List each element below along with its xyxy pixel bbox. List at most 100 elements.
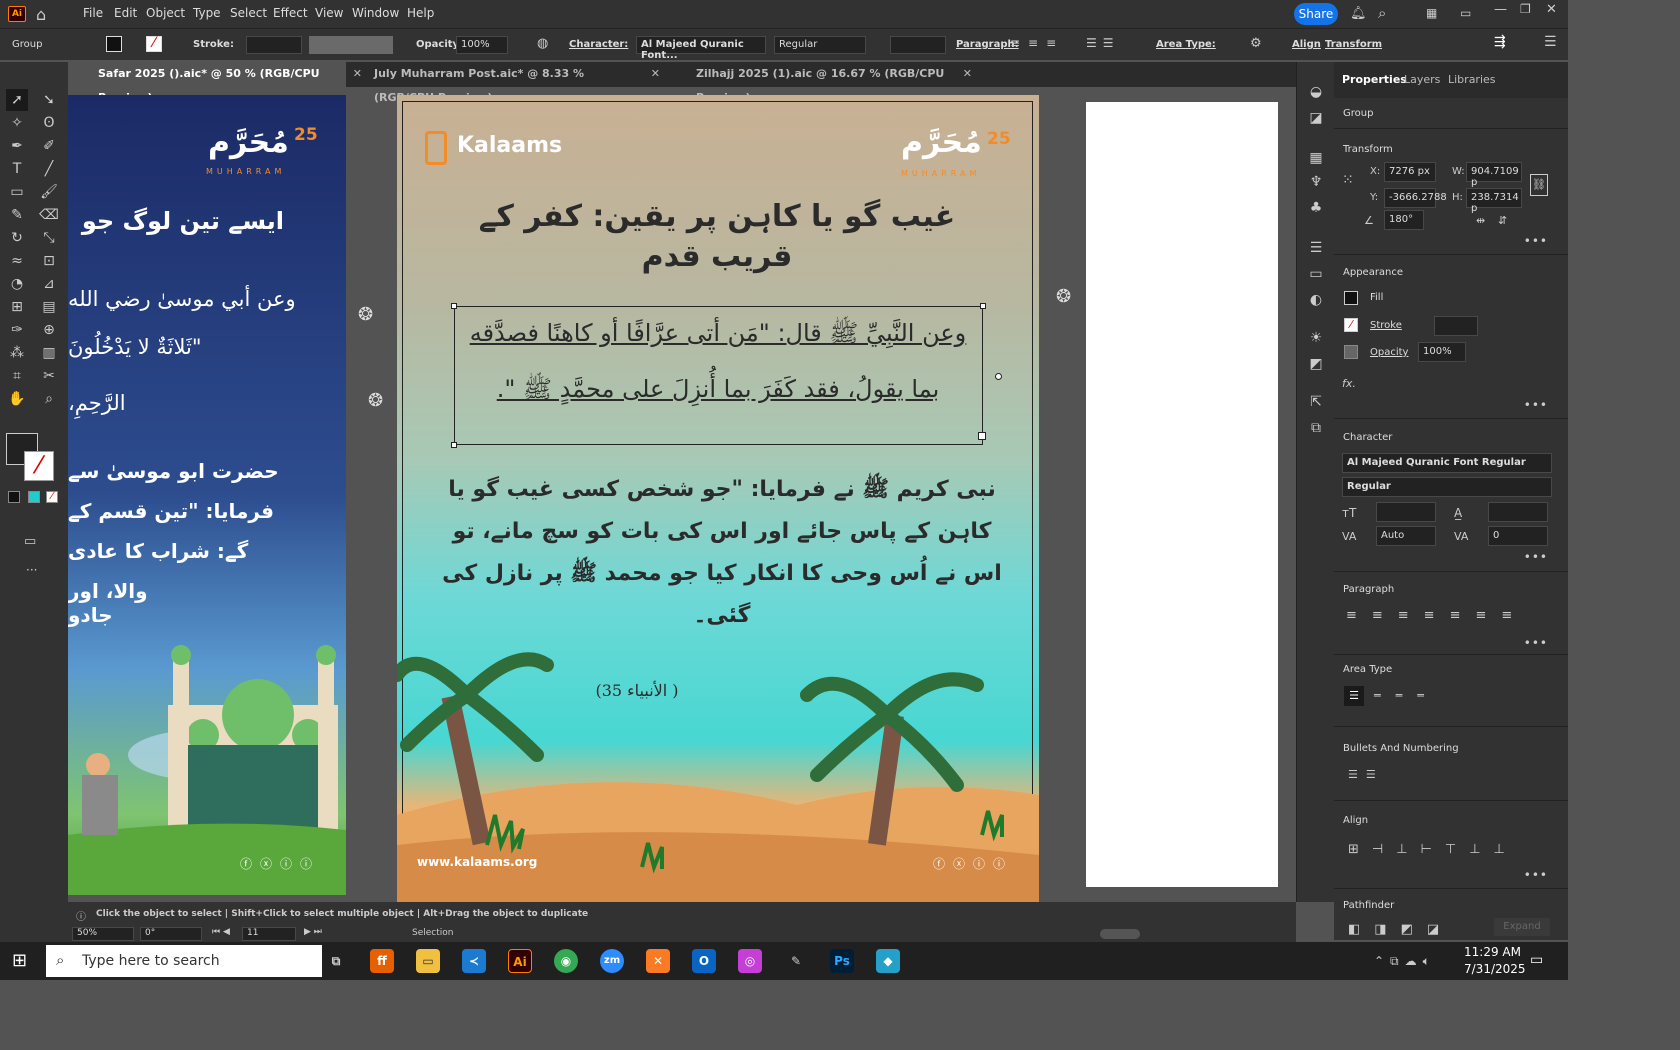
gradient-tool-icon[interactable]: ▤ <box>38 296 60 318</box>
font-family-field[interactable]: Al Majeed Quranic Font... <box>636 36 766 61</box>
menu-select[interactable]: Select <box>230 6 267 20</box>
opacity-field[interactable]: 100% <box>1418 342 1466 362</box>
lasso-tool-icon[interactable]: ʘ <box>38 112 60 134</box>
stroke-width-field[interactable] <box>246 36 302 54</box>
tab-zilhajj[interactable]: Zilhajj 2025 (1).aic @ 16.67 % (RGB/CPU … <box>666 62 972 104</box>
close-icon[interactable]: ✕ <box>1546 2 1557 17</box>
free-transform-tool-icon[interactable]: ⊡ <box>38 250 60 272</box>
more-options-icon[interactable]: ⚙ <box>1250 36 1262 51</box>
shape-builder-tool-icon[interactable]: ◔ <box>6 273 28 295</box>
flip-vertical-icon[interactable]: ⇵ <box>1498 214 1507 227</box>
font-size-field[interactable] <box>1376 502 1436 522</box>
more-options-icon[interactable]: ••• <box>1524 868 1548 882</box>
list-icons[interactable]: ☰☰ <box>1086 36 1120 50</box>
close-tab-icon[interactable]: ✕ <box>963 62 972 86</box>
menu-file[interactable]: File <box>83 6 103 20</box>
opacity-field[interactable]: 100% <box>456 36 508 54</box>
w-field[interactable]: 904.7109 p <box>1466 162 1522 188</box>
blend-tool-icon[interactable]: ⊕ <box>38 319 60 341</box>
bullets-icons[interactable]: ☰☰ <box>1348 768 1384 781</box>
symbols-icon[interactable]: ♣ <box>1305 200 1327 222</box>
rotate-tool-icon[interactable]: ↻ <box>6 227 28 249</box>
clock-time[interactable]: 11:29 AM <box>1464 945 1521 959</box>
file-explorer-icon[interactable]: ▭ <box>416 949 440 973</box>
menu-edit[interactable]: Edit <box>114 6 137 20</box>
gradient-mode-icon[interactable] <box>28 491 40 503</box>
menu-type[interactable]: Type <box>193 6 221 20</box>
more-options-icon[interactable]: ••• <box>1524 398 1548 412</box>
y-field[interactable]: -3666.2788 <box>1384 188 1447 208</box>
artboards-icon[interactable]: ⧉ <box>1305 420 1327 442</box>
menu-view[interactable]: View <box>315 6 343 20</box>
text-align-icon[interactable]: ⇶ <box>1494 34 1506 50</box>
selection-tool-icon[interactable]: ➚ <box>6 89 28 111</box>
appearance-icon[interactable]: ☀ <box>1305 330 1327 352</box>
resize-handle[interactable] <box>980 303 986 309</box>
zoom-app-icon[interactable]: zm <box>600 949 624 973</box>
opacity-label[interactable]: Opacity <box>1370 347 1408 358</box>
outlook-icon[interactable]: O <box>692 949 716 973</box>
leading-field[interactable] <box>1488 502 1548 522</box>
hand-tool-icon[interactable]: ✋ <box>6 388 28 410</box>
align-link[interactable]: Align <box>1292 39 1321 50</box>
brushes-icon[interactable]: ♆ <box>1305 174 1327 196</box>
creative-cloud-icon[interactable]: ◎ <box>738 949 762 973</box>
gradient-panel-icon[interactable]: ▭ <box>1305 266 1327 288</box>
tab-libraries[interactable]: Libraries <box>1448 73 1496 86</box>
stroke-label[interactable]: Stroke <box>1370 320 1402 331</box>
flip-horizontal-icon[interactable]: ⇹ <box>1476 214 1485 227</box>
artboard-next-icon[interactable]: ▶ ⏭ <box>304 927 322 937</box>
text-out-port[interactable] <box>995 373 1002 380</box>
close-tab-icon[interactable]: ✕ <box>651 62 660 86</box>
artboard-nav-icon[interactable]: ❂ <box>368 390 383 411</box>
stroke-color-swatch[interactable]: ⁄ <box>24 451 54 481</box>
app-icon[interactable]: ◆ <box>876 949 900 973</box>
vscode-icon[interactable]: ≺ <box>462 949 486 973</box>
tab-july-muharram[interactable]: July Muharram Post.aic* @ 8.33 % (RGB/CP… <box>344 62 660 104</box>
rectangle-tool-icon[interactable]: ▭ <box>6 181 28 203</box>
artboard-left[interactable]: مُحَرَّم 25 MUHARRAM ایسے تین لوگ جو وعن… <box>68 95 346 895</box>
tracking-field[interactable]: 0 <box>1488 526 1548 546</box>
font-style-field[interactable]: Regular <box>774 36 866 54</box>
curvature-tool-icon[interactable]: ✐ <box>38 135 60 157</box>
image-trace-icon[interactable]: ◪ <box>1305 110 1327 132</box>
stroke-swatch[interactable]: ⁄ <box>146 36 162 52</box>
firefox-icon[interactable]: ff <box>370 949 394 973</box>
paragraph-align-buttons[interactable]: ≡≡≡≡≡≡≡ <box>1346 608 1527 623</box>
symbol-sprayer-tool-icon[interactable]: ⁂ <box>6 342 28 364</box>
magic-wand-tool-icon[interactable]: ✧ <box>6 112 28 134</box>
fx-button[interactable]: fx. <box>1342 377 1356 390</box>
notifications-icon[interactable]: ▭ <box>1530 952 1543 968</box>
windows-start-icon[interactable]: ⊞ <box>12 950 27 971</box>
area-type-align-top-icon[interactable]: ☰ <box>1344 686 1364 706</box>
fill-swatch[interactable] <box>106 36 122 52</box>
pen-tool-icon[interactable]: ✒ <box>6 135 28 157</box>
stroke-weight-field[interactable] <box>1434 316 1478 336</box>
pathfinder-buttons[interactable]: ◧◨◩◪ <box>1348 922 1453 937</box>
kerning-field[interactable]: Auto <box>1376 526 1436 546</box>
bell-icon[interactable]: 🔔︎ <box>1350 6 1367 21</box>
x-field[interactable]: 7276 px <box>1384 162 1436 182</box>
chrome-icon[interactable]: ◉ <box>554 949 578 973</box>
resize-handle[interactable] <box>451 303 457 309</box>
fill-swatch[interactable] <box>1344 291 1358 305</box>
reference-point-icon[interactable]: ⁙ <box>1342 172 1354 188</box>
transparency-icon[interactable]: ◐ <box>1305 292 1327 314</box>
type-tool-icon[interactable]: T <box>6 158 28 180</box>
h-field[interactable]: 238.7314 p <box>1466 188 1522 214</box>
graphic-styles-icon[interactable]: ◩ <box>1305 356 1327 378</box>
home-icon[interactable]: ⌂ <box>36 5 46 24</box>
arrange-icon[interactable]: ▭ <box>1460 6 1471 20</box>
artboard-nav-icon[interactable]: ❂ <box>1056 286 1071 307</box>
warp-tool-icon[interactable]: ≈ <box>6 250 28 272</box>
mesh-tool-icon[interactable]: ⊞ <box>6 296 28 318</box>
more-options-icon[interactable]: ••• <box>1524 636 1548 650</box>
color-mode-icon[interactable] <box>8 491 20 503</box>
none-mode-icon[interactable]: ⁄ <box>46 491 58 503</box>
menu-window[interactable]: Window <box>352 6 399 20</box>
system-tray-icons[interactable]: ⌃⧉☁🔈︎ <box>1374 954 1436 969</box>
menu-effect[interactable]: Effect <box>273 6 308 20</box>
artboard-nav-icon[interactable]: ❂ <box>358 304 373 325</box>
resize-handle[interactable] <box>451 442 457 448</box>
paintbrush-tool-icon[interactable]: 🖌︎ <box>38 181 60 203</box>
